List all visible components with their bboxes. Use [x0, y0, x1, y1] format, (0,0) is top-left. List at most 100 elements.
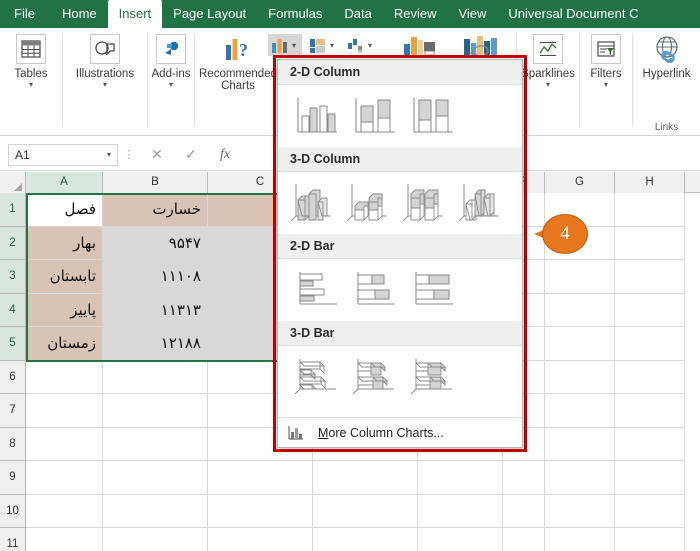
tab-file[interactable]: File	[0, 0, 51, 28]
gallery-item-stacked-column[interactable]	[346, 90, 404, 142]
column-header-g[interactable]: G	[545, 172, 615, 193]
gallery-item-3d-stacked-column[interactable]	[340, 177, 396, 229]
cell-a10[interactable]	[26, 494, 103, 528]
cell-h5[interactable]	[615, 327, 685, 361]
select-all-corner[interactable]	[0, 172, 26, 193]
sparklines-caret-icon[interactable]: ▾	[546, 80, 550, 89]
illustrations-caret-icon[interactable]: ▾	[103, 80, 107, 89]
cell-b4[interactable]: ۱۱۳۱۳	[103, 293, 208, 327]
sparklines-button[interactable]: Sparklines ▾	[517, 28, 579, 89]
cell-b2[interactable]: ۹۵۴۷	[103, 226, 208, 260]
cell-h2[interactable]	[615, 226, 685, 260]
gallery-item-3d-100-percent-stacked-bar[interactable]	[404, 351, 462, 403]
column-header-b[interactable]: B	[103, 172, 208, 193]
gallery-item-clustered-bar[interactable]	[288, 264, 346, 316]
cell-h10[interactable]	[615, 494, 685, 528]
cell-h3[interactable]	[615, 260, 685, 294]
cell-c9[interactable]	[208, 461, 313, 495]
tab-insert[interactable]: Insert	[107, 0, 163, 28]
more-column-charts-menu-item[interactable]: More Column Charts...	[278, 417, 522, 447]
cell-b8[interactable]	[103, 427, 208, 461]
hierarchy-chart-button[interactable]: ▾	[306, 34, 340, 56]
cell-d11[interactable]	[313, 528, 418, 551]
gallery-item-100-percent-stacked-column[interactable]	[404, 90, 462, 142]
cell-b9[interactable]	[103, 461, 208, 495]
tab-data[interactable]: Data	[333, 0, 382, 28]
filters-button[interactable]: Filters ▾	[580, 28, 632, 89]
insert-function-icon[interactable]: fx	[208, 147, 242, 163]
cell-a4[interactable]: پاییز	[26, 293, 103, 327]
cell-e9[interactable]	[418, 461, 503, 495]
cell-d9[interactable]	[313, 461, 418, 495]
gallery-item-3d-stacked-bar[interactable]	[346, 351, 404, 403]
tab-view[interactable]: View	[447, 0, 497, 28]
cell-g5[interactable]	[545, 327, 615, 361]
cell-a9[interactable]	[26, 461, 103, 495]
cell-b7[interactable]	[103, 394, 208, 428]
cell-a11[interactable]	[26, 528, 103, 551]
hierarchy-chart-caret-icon[interactable]: ▾	[330, 41, 334, 50]
tab-home[interactable]: Home	[51, 0, 108, 28]
gallery-item-clustered-column[interactable]	[288, 90, 346, 142]
cell-a7[interactable]	[26, 394, 103, 428]
waterfall-chart-button[interactable]: ▾	[344, 34, 378, 56]
gallery-item-3d-column[interactable]	[452, 177, 508, 229]
cell-h9[interactable]	[615, 461, 685, 495]
gallery-item-3d-clustered-bar[interactable]	[288, 351, 346, 403]
waterfall-chart-caret-icon[interactable]: ▾	[368, 41, 372, 50]
cell-a3[interactable]: تابستان	[26, 260, 103, 294]
cell-c10[interactable]	[208, 494, 313, 528]
row-header-6[interactable]: 6	[0, 360, 26, 394]
row-header-4[interactable]: 4	[0, 293, 26, 327]
row-header-1[interactable]: 1	[0, 193, 26, 227]
row-header-7[interactable]: 7	[0, 394, 26, 428]
name-box[interactable]: A1 ▾	[8, 143, 118, 166]
gallery-item-3d-clustered-column[interactable]	[284, 177, 340, 229]
cell-h1[interactable]	[615, 193, 685, 227]
cancel-icon[interactable]: ✕	[140, 146, 174, 163]
enter-icon[interactable]: ✓	[174, 146, 208, 163]
cell-a1[interactable]: فصل	[26, 193, 103, 227]
row-header-10[interactable]: 10	[0, 494, 26, 528]
cell-f9[interactable]	[503, 461, 545, 495]
addins-button[interactable]: Add-ins ▾	[148, 28, 194, 89]
hyperlink-button[interactable]: Hyperlink	[633, 28, 700, 80]
cell-b1[interactable]: خسارت	[103, 193, 208, 227]
row-header-9[interactable]: 9	[0, 461, 26, 495]
row-header-11[interactable]: 11	[0, 528, 26, 551]
cell-b6[interactable]	[103, 360, 208, 394]
cell-f10[interactable]	[503, 494, 545, 528]
cell-g9[interactable]	[545, 461, 615, 495]
tables-caret-icon[interactable]: ▾	[29, 80, 33, 89]
tables-button[interactable]: Tables ▾	[0, 28, 62, 89]
gallery-item-3d-100-percent-stacked-column[interactable]	[396, 177, 452, 229]
column-header-h[interactable]: H	[615, 172, 685, 193]
cell-g6[interactable]	[545, 360, 615, 394]
cell-c11[interactable]	[208, 528, 313, 551]
cell-b10[interactable]	[103, 494, 208, 528]
gallery-item-100-percent-stacked-bar[interactable]	[404, 264, 462, 316]
row-header-5[interactable]: 5	[0, 327, 26, 361]
cell-e10[interactable]	[418, 494, 503, 528]
cell-g4[interactable]	[545, 293, 615, 327]
tab-universal-document-converter[interactable]: Universal Document C	[497, 0, 649, 28]
pivotchart-button[interactable]	[462, 32, 506, 58]
cell-b11[interactable]	[103, 528, 208, 551]
cell-b3[interactable]: ۱۱۱۰۸	[103, 260, 208, 294]
cell-h8[interactable]	[615, 427, 685, 461]
cell-f11[interactable]	[503, 528, 545, 551]
cell-d10[interactable]	[313, 494, 418, 528]
cell-g8[interactable]	[545, 427, 615, 461]
row-header-3[interactable]: 3	[0, 260, 26, 294]
scatter-chart-button[interactable]	[402, 32, 442, 58]
column-header-a[interactable]: A	[26, 172, 103, 193]
name-box-caret-icon[interactable]: ▾	[107, 150, 111, 159]
gallery-item-stacked-bar[interactable]	[346, 264, 404, 316]
cell-a5[interactable]: زمستان	[26, 327, 103, 361]
cell-g10[interactable]	[545, 494, 615, 528]
row-header-8[interactable]: 8	[0, 427, 26, 461]
cell-a2[interactable]: بهار	[26, 226, 103, 260]
tab-formulas[interactable]: Formulas	[257, 0, 333, 28]
cell-g7[interactable]	[545, 394, 615, 428]
cell-e11[interactable]	[418, 528, 503, 551]
